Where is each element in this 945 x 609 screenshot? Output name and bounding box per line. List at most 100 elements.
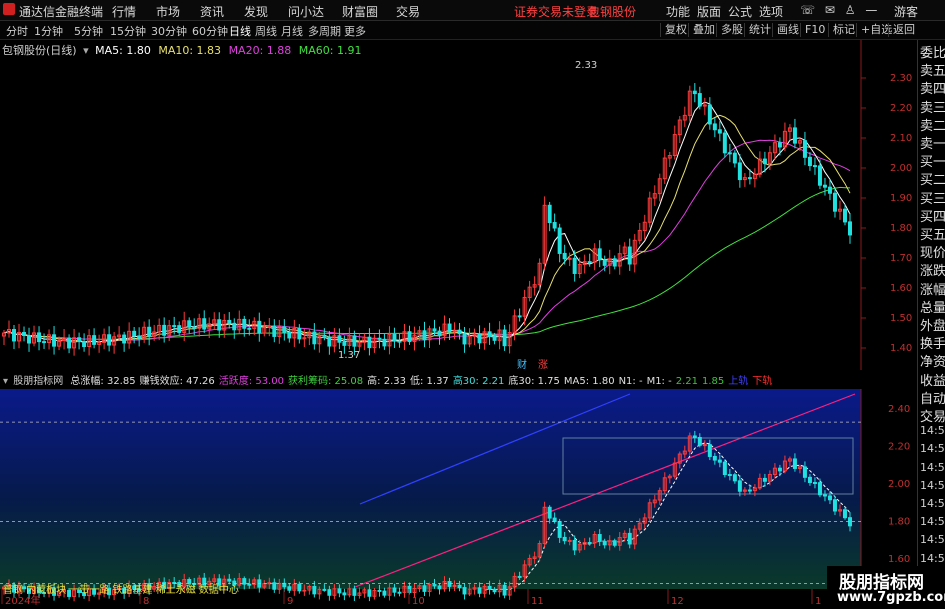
period-multi[interactable]: 多周期 bbox=[308, 23, 341, 39]
candle-body bbox=[457, 329, 462, 335]
right-panel-row[interactable]: 14:56 bbox=[920, 424, 945, 437]
right-panel-row[interactable]: 涨跌 bbox=[920, 260, 945, 279]
right-quote-panel: 委比 卖五 卖四 卖三 卖二 卖一 买一 买二 买三 买四 买五 现价 涨跌 涨幅 总量 外盘 换手 净资 收益 自动… bbox=[917, 40, 945, 609]
tool-tongji[interactable]: 统计 bbox=[744, 23, 775, 37]
right-panel-row[interactable]: 14:56 bbox=[920, 442, 945, 455]
candle-body bbox=[492, 588, 497, 593]
right-panel-row[interactable]: 买三 bbox=[920, 188, 945, 207]
candle-body bbox=[462, 587, 467, 595]
right-panel-row[interactable]: 买二 bbox=[920, 169, 945, 188]
collapse-icon[interactable]: ▾ bbox=[83, 44, 89, 57]
right-panel-row[interactable]: 卖二 bbox=[920, 115, 945, 134]
minimize-icon[interactable]: — bbox=[865, 3, 877, 17]
menu-item-shichang[interactable]: 市场 bbox=[156, 3, 180, 20]
candle-body bbox=[437, 330, 442, 337]
tool-f10[interactable]: F10 bbox=[800, 23, 829, 37]
candle-body bbox=[802, 140, 807, 158]
main-price-tick: 1.80 bbox=[890, 223, 912, 234]
period-weekly[interactable]: 周线 bbox=[255, 23, 277, 39]
period-30min[interactable]: 30分钟 bbox=[151, 23, 187, 39]
period-15min[interactable]: 15分钟 bbox=[110, 23, 146, 39]
period-daily[interactable]: 日线 bbox=[229, 23, 251, 39]
tool-huaxian[interactable]: 画线 bbox=[772, 23, 803, 37]
tool-fuquan[interactable]: 复权 bbox=[660, 23, 691, 37]
period-1min[interactable]: 1分钟 bbox=[34, 23, 63, 39]
menu-item-xuanxiang[interactable]: 选项 bbox=[759, 3, 783, 20]
right-panel-row[interactable]: 14:56 bbox=[920, 461, 945, 474]
candle-body bbox=[762, 477, 767, 482]
right-panel-row[interactable]: 卖五 bbox=[920, 60, 945, 79]
menu-item-gongshi[interactable]: 公式 bbox=[728, 3, 752, 20]
tool-duogu[interactable]: 多股 bbox=[716, 23, 747, 37]
menu-item-banmian[interactable]: 版面 bbox=[697, 3, 721, 20]
right-panel-row[interactable]: 买四 bbox=[920, 206, 945, 225]
right-panel-row[interactable]: 涨幅 bbox=[920, 279, 945, 298]
right-panel-row[interactable]: 14:56 bbox=[920, 552, 945, 565]
right-panel-row[interactable]: 自动 bbox=[920, 388, 945, 407]
candle-body bbox=[627, 532, 632, 545]
period-5min[interactable]: 5分钟 bbox=[74, 23, 103, 39]
menu-item-jiaoyi[interactable]: 交易 bbox=[396, 3, 420, 20]
tool-fanhui[interactable]: 返回 bbox=[888, 23, 919, 37]
menu-item-hangqing[interactable]: 行情 bbox=[112, 3, 136, 20]
tool-biaoji[interactable]: 标记 bbox=[828, 23, 859, 37]
concept-tags[interactable]: 普钢 内蒙板块 一带一路 铁路基建 稀土永磁 数据中心 bbox=[3, 583, 239, 596]
menu-item-caifuquan[interactable]: 财富圈 bbox=[342, 3, 378, 20]
guest-label[interactable]: 游客 bbox=[894, 3, 918, 20]
right-panel-row[interactable]: 总量 bbox=[920, 297, 945, 316]
candle-body bbox=[737, 162, 742, 181]
top-menu-bar: 通达信金融终端 行情 市场 资讯 发现 问小达 财富圈 交易 证券交易未登录 包… bbox=[0, 0, 945, 21]
badge-cai[interactable]: 财 bbox=[517, 358, 527, 370]
candle-body bbox=[777, 467, 782, 472]
right-panel-row[interactable]: 收益 bbox=[920, 370, 945, 389]
tool-diejia[interactable]: 叠加 bbox=[688, 23, 719, 37]
candle-body bbox=[812, 481, 817, 484]
right-panel-row[interactable]: 14:56 bbox=[920, 533, 945, 546]
menu-item-wenxiaoda[interactable]: 问小达 bbox=[288, 3, 324, 20]
main-chart-header: 包钢股份(日线) ▾ MA5: 1.80 MA10: 1.83 MA20: 1.… bbox=[2, 42, 362, 58]
candle-body bbox=[77, 337, 82, 343]
candle-body bbox=[792, 127, 797, 144]
stock-name-header: 包钢股份 bbox=[588, 5, 637, 19]
menu-item-zixun[interactable]: 资讯 bbox=[200, 3, 224, 20]
mail-icon[interactable]: ✉ bbox=[825, 3, 835, 17]
right-panel-row[interactable]: 委比 bbox=[920, 42, 945, 61]
right-panel-row[interactable]: 买五 bbox=[920, 224, 945, 243]
menu-item-faxian[interactable]: 发现 bbox=[244, 3, 268, 20]
main-candlestick-chart[interactable]: 2.30 2.20 2.10 2.00 1.90 1.80 1.70 1.60 1.50 1.40… bbox=[0, 40, 917, 370]
candle-body bbox=[407, 331, 412, 343]
candle-body bbox=[337, 588, 342, 594]
right-panel-row[interactable]: 卖一 bbox=[920, 133, 945, 152]
menu-icons[interactable]: ☏ ✉ ♙ — bbox=[800, 3, 877, 17]
candle-body bbox=[42, 341, 47, 344]
period-60min[interactable]: 60分钟 bbox=[192, 23, 228, 39]
right-panel-row[interactable]: 14:56 bbox=[920, 497, 945, 510]
right-panel-row[interactable]: 卖四 bbox=[920, 78, 945, 97]
candle-body bbox=[107, 334, 112, 346]
login-notice[interactable]: 证券交易未登录 bbox=[514, 3, 598, 20]
right-panel-row[interactable]: 现价 bbox=[920, 242, 945, 261]
period-monthly[interactable]: 月线 bbox=[281, 23, 303, 39]
period-fenshi[interactable]: 分时 bbox=[6, 23, 28, 39]
right-panel-row[interactable]: 净资 bbox=[920, 351, 945, 370]
period-more[interactable]: 更多 bbox=[344, 23, 366, 39]
right-panel-row[interactable]: 卖三 bbox=[920, 97, 945, 116]
right-panel-row[interactable]: 14:56 bbox=[920, 515, 945, 528]
candle-body bbox=[187, 578, 192, 585]
sub-collapse-icon[interactable]: ▾ bbox=[3, 376, 8, 387]
sub-indicator-chart[interactable]: 2.402.202.001.801.60 2024年 8 9 10 11 12 1 普钢 内… bbox=[0, 389, 917, 609]
menu-item-gongneng[interactable]: 功能 bbox=[666, 3, 690, 20]
shirt-icon[interactable]: ♙ bbox=[845, 3, 856, 17]
candle-body bbox=[587, 542, 592, 545]
right-panel-row[interactable]: 交易 bbox=[920, 406, 945, 425]
high-price-label: 2.33 bbox=[575, 60, 597, 71]
right-panel-row[interactable]: 14:56 bbox=[920, 479, 945, 492]
badge-zhang[interactable]: 涨 bbox=[538, 359, 548, 370]
right-panel-row[interactable]: 换手 bbox=[920, 333, 945, 352]
right-panel-row[interactable]: 买一 bbox=[920, 151, 945, 170]
candle-body bbox=[367, 336, 372, 349]
phone-icon[interactable]: ☏ bbox=[800, 3, 815, 17]
candle-body bbox=[702, 444, 707, 447]
candle-body bbox=[92, 335, 97, 345]
right-panel-row[interactable]: 外盘 bbox=[920, 315, 945, 334]
